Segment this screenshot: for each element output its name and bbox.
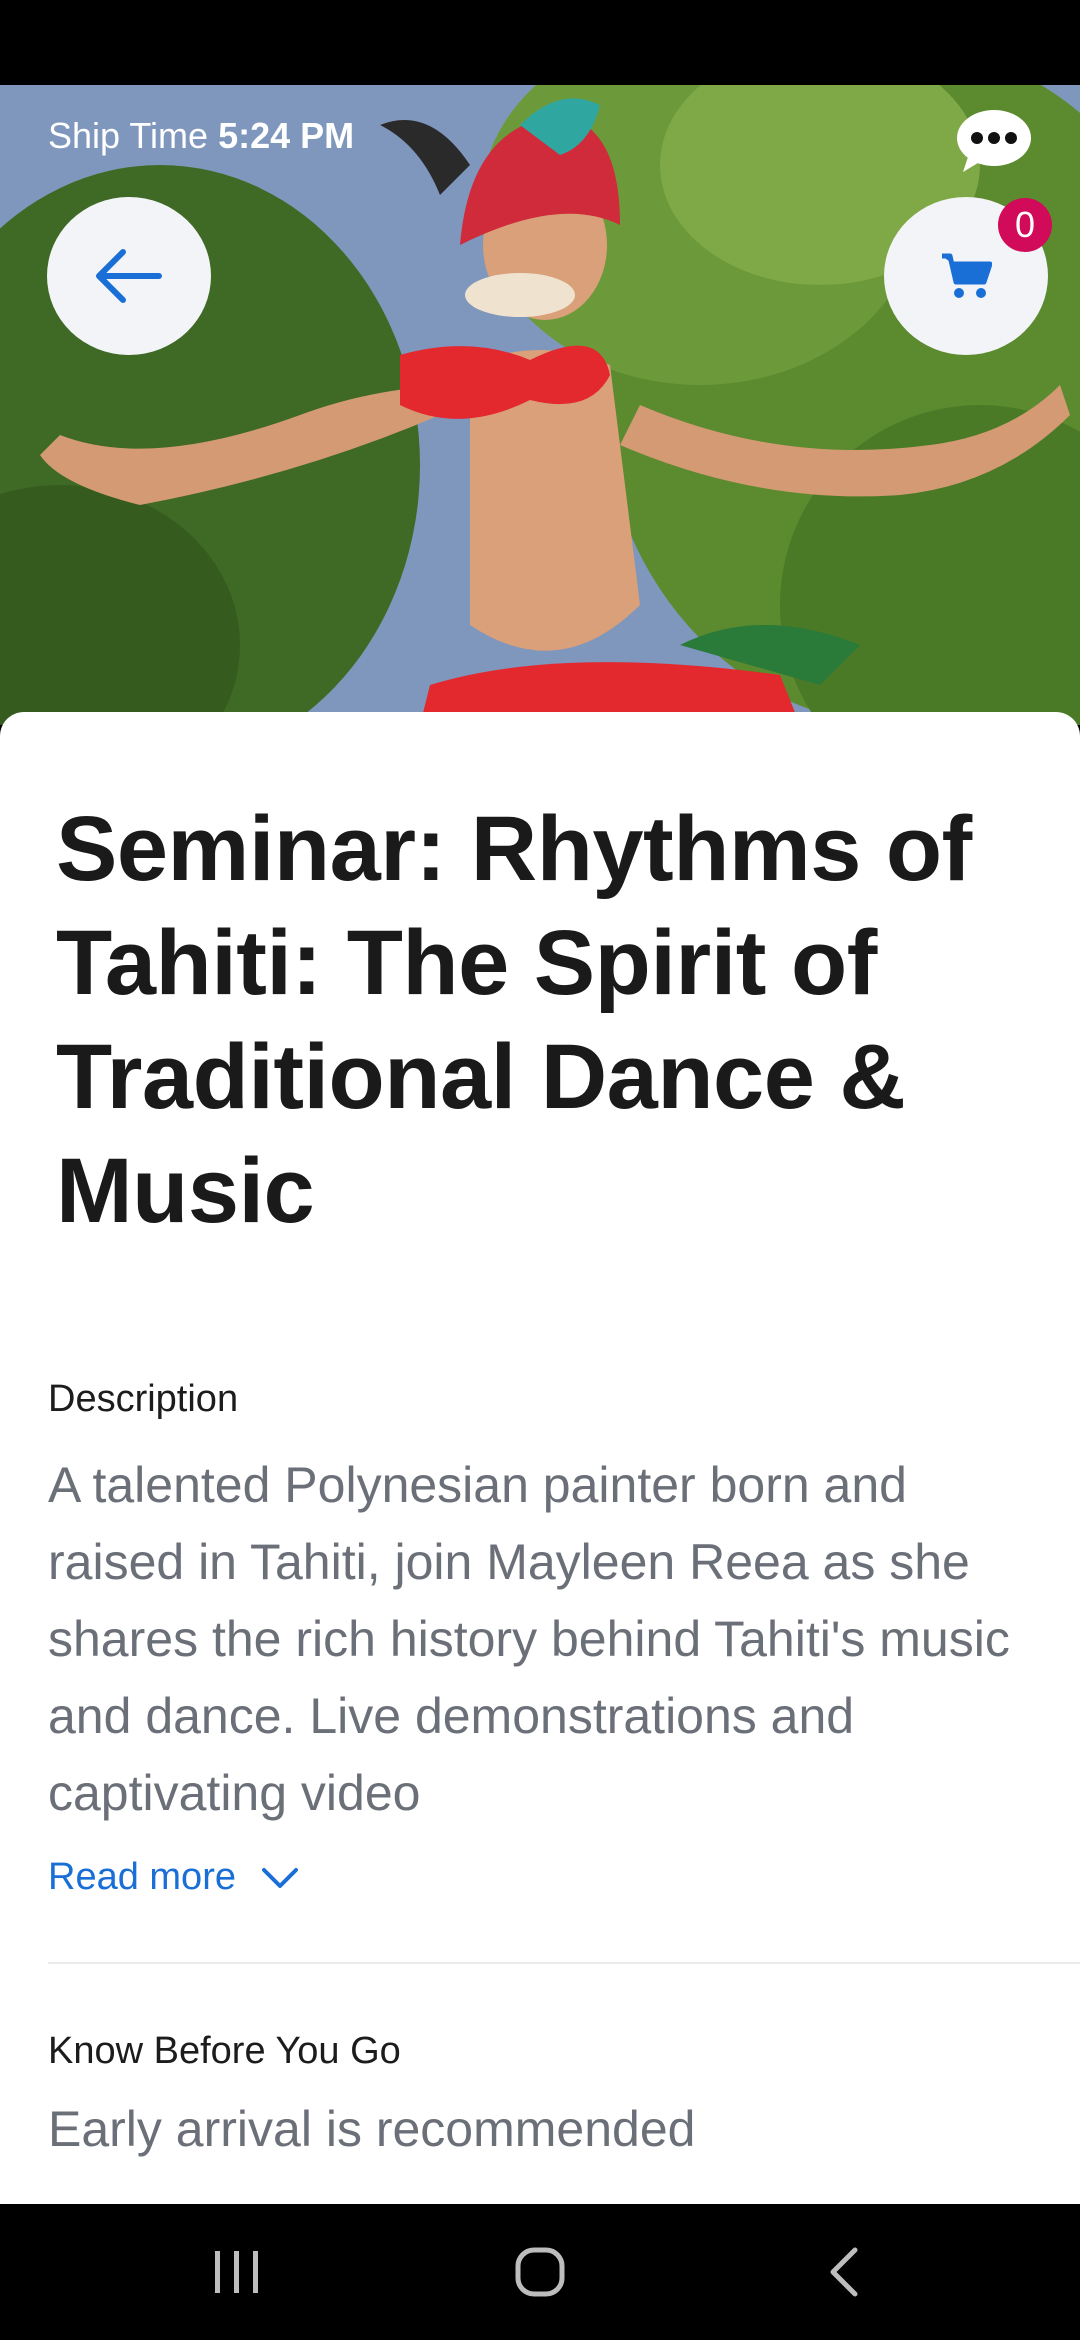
description-label: Description: [48, 1378, 239, 1420]
know-before-you-go-label: Know Before You Go: [48, 2030, 401, 2072]
event-title: Seminar: Rhythms of Tahiti: The Spirit o…: [56, 798, 972, 1242]
recent-apps-button[interactable]: [157, 2204, 317, 2340]
description-text: A talented Polynesian painter born and r…: [48, 1457, 1010, 1821]
ship-time: Ship Time 5:24 PM: [48, 115, 354, 157]
home-icon: [515, 2247, 565, 2297]
hero-illustration: [0, 85, 1080, 725]
know-before-you-go-text: Early arrival is recommended: [48, 2101, 696, 2157]
cart-count-badge: 0: [998, 198, 1052, 252]
recent-apps-icon: [215, 2251, 258, 2293]
home-button[interactable]: [460, 2204, 620, 2340]
hero-image: [0, 85, 1080, 725]
status-bar: [0, 0, 1080, 85]
chat-bubble-icon: [957, 110, 1031, 172]
back-nav-icon: [830, 2247, 858, 2297]
chevron-down-icon: [261, 1867, 298, 1888]
chat-button[interactable]: [955, 108, 1033, 174]
section-divider: [48, 1962, 1080, 1964]
read-more-button[interactable]: Read more: [48, 1856, 300, 1899]
system-nav-bar: [0, 2204, 1080, 2340]
read-more-label: Read more: [48, 1856, 236, 1898]
arrow-left-icon: [96, 249, 162, 303]
ship-time-label: Ship Time: [48, 115, 209, 156]
back-button[interactable]: [47, 197, 211, 355]
back-nav-button[interactable]: [763, 2204, 923, 2340]
ship-time-value: 5:24 PM: [218, 115, 355, 156]
cart-icon: [942, 253, 992, 298]
